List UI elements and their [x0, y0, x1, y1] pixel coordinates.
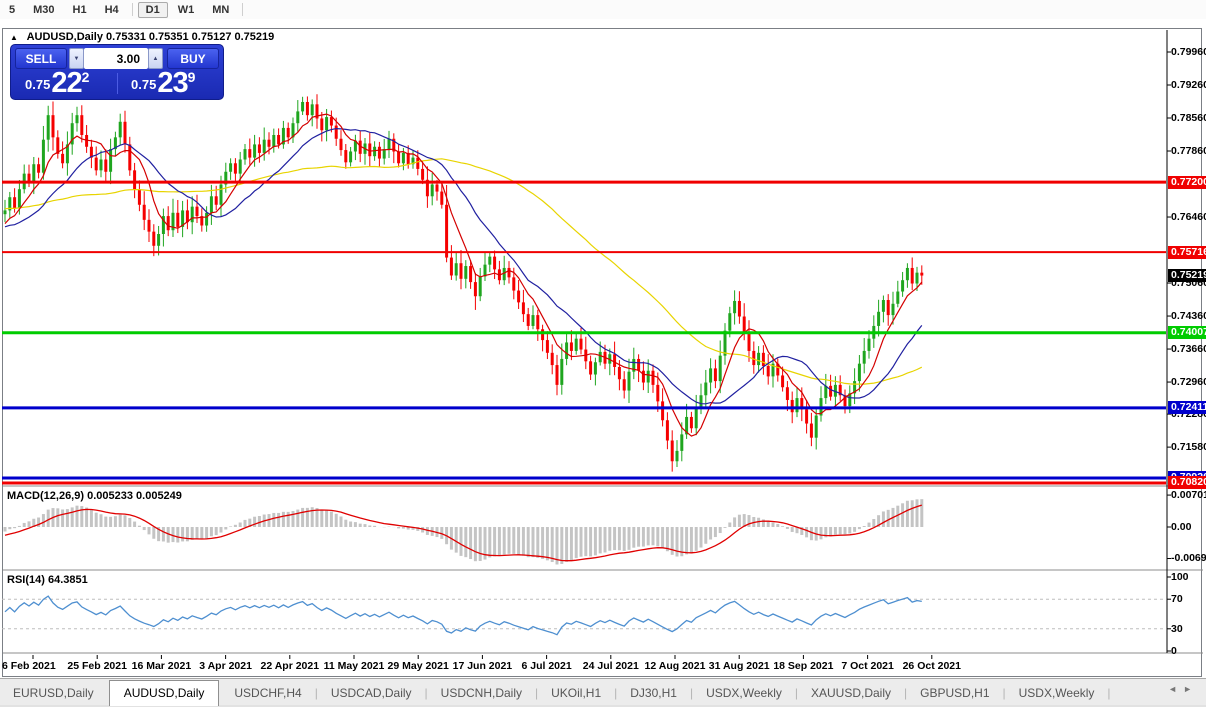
sell-price-prefix: 0.75 [25, 77, 51, 92]
macd-tick-label: 0.00 [1171, 521, 1192, 533]
buy-price-main: 23 [157, 67, 188, 99]
rsi-title: RSI(14) [7, 574, 45, 586]
tab-scroll-arrows: ◄► [1168, 684, 1198, 694]
buy-price[interactable]: 0.75239 [131, 67, 196, 99]
sell-price-main: 22 [51, 67, 82, 99]
volume-increase-button[interactable]: ▲ [148, 48, 163, 69]
tab-scroll-right-icon[interactable]: ► [1183, 684, 1198, 694]
date-tick-label: 18 Sep 2021 [773, 660, 834, 672]
date-tick-label: 6 Feb 2021 [2, 660, 56, 672]
price-tick-label: 0.73660 [1171, 343, 1206, 356]
tab-dj30-h1[interactable]: DJ30,H1 [617, 682, 690, 705]
sell-price-sup: 2 [81, 69, 90, 85]
date-tick-label: 11 May 2021 [323, 660, 385, 672]
tab-scroll-left-icon[interactable]: ◄ [1168, 684, 1183, 694]
rsi-label: RSI(14) 64.3851 [7, 574, 88, 586]
date-tick-label: 31 Aug 2021 [708, 660, 770, 672]
date-tick-label: 29 May 2021 [387, 660, 449, 672]
tab-gbpusd-h1[interactable]: GBPUSD,H1 [907, 682, 1002, 705]
macd-tick-label: 0.007015 [1171, 489, 1206, 502]
price-level-flag: 0.75716 [1168, 245, 1206, 259]
rsi-tick-label: 70 [1171, 593, 1183, 606]
price-level-flag: 0.72411 [1168, 401, 1206, 415]
rsi-tick-label: 100 [1171, 571, 1189, 583]
up-arrow-icon: ▲ [152, 56, 159, 62]
price-level-flag: 0.74007 [1168, 326, 1206, 340]
date-tick-label: 24 Jul 2021 [582, 660, 639, 672]
sell-price[interactable]: 0.75222 [25, 67, 90, 99]
tab-usdcnh-daily[interactable]: USDCNH,Daily [428, 682, 535, 705]
sell-button[interactable]: SELL [15, 48, 67, 69]
date-tick-label: 16 Mar 2021 [131, 660, 192, 672]
volume-input[interactable] [84, 48, 148, 69]
collapse-panel-icon[interactable]: ▲ [10, 33, 18, 42]
chart-canvas[interactable] [0, 0, 1206, 707]
buy-price-prefix: 0.75 [131, 77, 157, 92]
tab-usdx-weekly[interactable]: USDX,Weekly [693, 682, 795, 705]
price-divider [117, 73, 118, 94]
tab-eurusd-daily[interactable]: EURUSD,Daily [0, 682, 107, 705]
rsi-pane [2, 595, 1166, 636]
date-tick-label: 6 Jul 2021 [521, 660, 572, 672]
buy-price-sup: 9 [187, 69, 196, 85]
rsi-value: 64.3851 [47, 574, 88, 586]
rsi-tick-label: 30 [1171, 622, 1183, 635]
date-tick-label: 25 Feb 2021 [67, 660, 127, 672]
date-tick-label: 12 Aug 2021 [644, 660, 706, 672]
date-tick-label: 7 Oct 2021 [841, 660, 894, 672]
volume-decrease-button[interactable]: ▼ [69, 48, 84, 69]
down-arrow-icon: ▼ [73, 56, 80, 62]
tab-usdx-weekly[interactable]: USDX,Weekly [1006, 682, 1108, 705]
buy-button[interactable]: BUY [167, 48, 219, 69]
macd-label: MACD(12,26,9) 0.005233 0.005249 [7, 490, 182, 502]
price-tick-label: 0.71580 [1171, 441, 1206, 454]
tab-usdchf-h4[interactable]: USDCHF,H4 [221, 682, 314, 705]
tab-usdcad-daily[interactable]: USDCAD,Daily [318, 682, 425, 705]
price-tick-label: 0.77860 [1171, 145, 1206, 157]
tab-xauusd-daily[interactable]: XAUUSD,Daily [798, 682, 904, 705]
one-click-trading-panel: SELL ▼ ▲ BUY 0.75222 0.75239 [10, 44, 224, 100]
symbol-tabbar: EURUSD,Daily AUDUSD,Daily USDCHF,H4 | USDCAD… [0, 678, 1206, 706]
price-tick-label: 0.79960 [1171, 46, 1206, 58]
macd-title: MACD(12,26,9) [7, 490, 85, 502]
price-level-flag: 0.70820 [1168, 476, 1206, 490]
tab-separator: | [1107, 686, 1111, 700]
tab-ukoil-h1[interactable]: UKOil,H1 [538, 682, 614, 705]
macd-tick-label: -0.00692 [1171, 552, 1206, 565]
price-tick-label: 0.72960 [1171, 376, 1206, 389]
price-tick-label: 0.79260 [1171, 79, 1206, 91]
price-tick-label: 0.78560 [1171, 112, 1206, 124]
price-tick-label: 0.74360 [1171, 310, 1206, 323]
date-tick-label: 17 Jun 2021 [452, 660, 513, 672]
tab-audusd-daily[interactable]: AUDUSD,Daily [108, 680, 220, 706]
date-tick-label: 3 Apr 2021 [199, 660, 252, 672]
main-chart-pane [2, 94, 1166, 485]
chart-symbol-label: AUDUSD,Daily [26, 31, 103, 43]
date-tick-label: 22 Apr 2021 [260, 660, 320, 672]
price-level-flag: 0.77200 [1168, 175, 1206, 189]
rsi-tick-label: 0 [1171, 645, 1177, 657]
current-price-flag: 0.75219 [1168, 269, 1206, 283]
macd-values: 0.005233 0.005249 [87, 490, 182, 502]
date-tick-label: 26 Oct 2021 [902, 660, 961, 672]
chart-ohlc-values: 0.75331 0.75351 0.75127 0.75219 [106, 31, 275, 43]
macd-pane [3, 499, 924, 565]
price-tick-label: 0.76460 [1171, 211, 1206, 224]
chart-title: ▲ AUDUSD,Daily 0.75331 0.75351 0.75127 0… [10, 31, 274, 43]
